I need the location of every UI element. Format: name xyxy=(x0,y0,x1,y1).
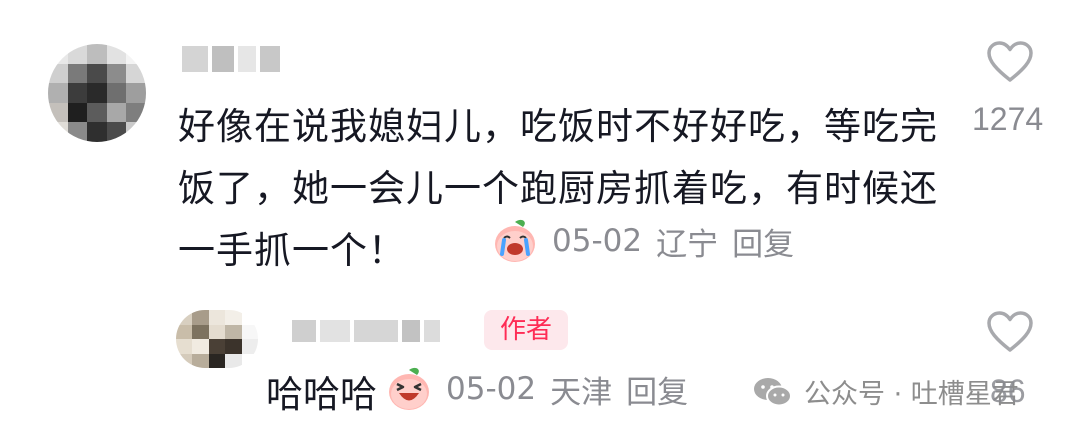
wechat-icon xyxy=(754,377,792,406)
commenter-username[interactable] xyxy=(182,46,280,72)
reply-reply-button[interactable]: 回复 xyxy=(626,367,688,412)
commenter-avatar[interactable] xyxy=(48,44,146,142)
comment-reply-button[interactable]: 回复 xyxy=(732,219,794,264)
watermark: 公众号 · 吐槽星君 xyxy=(752,372,1019,411)
watermark-text: 公众号 · 吐槽星君 xyxy=(804,379,1019,410)
author-tag-badge: 作者 xyxy=(484,310,568,350)
reply-meta: 05-02 天津 回复 xyxy=(386,366,688,412)
replier-username[interactable] xyxy=(292,320,440,342)
reply-date: 05-02 xyxy=(446,371,537,407)
laughing-peach-emoji xyxy=(389,367,429,410)
comment-like-count: 1274 xyxy=(972,101,1044,137)
comment-date: 05-02 xyxy=(552,223,643,259)
crying-laughing-peach-emoji xyxy=(495,219,535,262)
reply-like-count: 86 xyxy=(990,373,1026,409)
heart-outline-icon[interactable] xyxy=(986,310,1034,354)
reply-location: 天津 xyxy=(550,374,613,411)
comment-location: 辽宁 xyxy=(656,226,719,263)
reply-body: 哈哈哈 xyxy=(266,364,377,418)
replier-avatar[interactable] xyxy=(176,310,258,368)
heart-outline-icon[interactable] xyxy=(986,40,1034,84)
comment-meta: 05-02 辽宁 回复 xyxy=(492,218,794,264)
reply-text: 哈哈哈 xyxy=(266,373,377,416)
